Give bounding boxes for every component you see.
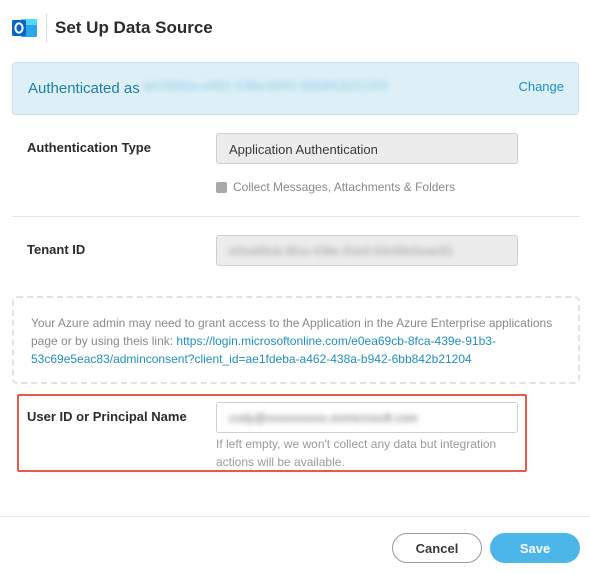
tenant-id-field[interactable]: e0ea69cb-8fca-439e-91b3-53c69e5eac83: [216, 235, 518, 266]
save-button[interactable]: Save: [490, 533, 580, 563]
dialog-title: Set Up Data Source: [55, 18, 213, 37]
admin-consent-info: Your Azure admin may need to grant acces…: [12, 296, 580, 384]
user-id-label: User ID or Principal Name: [27, 409, 187, 424]
dialog-header: Set Up Data Source: [0, 0, 590, 56]
user-id-input[interactable]: cody@xxxxxxxxxx.onmicrosoft.com: [216, 402, 518, 433]
section-divider: [12, 216, 580, 217]
user-id-helper: If left empty, we won't collect any data…: [216, 437, 497, 469]
footer-divider: [0, 516, 590, 517]
header-divider: [46, 14, 47, 42]
change-link[interactable]: Change: [518, 79, 564, 94]
cancel-button[interactable]: Cancel: [392, 533, 482, 563]
collect-messages-label: Collect Messages, Attachments & Folders: [233, 180, 456, 194]
tenant-id-value: e0ea69cb-8fca-439e-91b3-53c69e5eac83: [229, 244, 453, 258]
auth-type-select[interactable]: Application Authentication: [216, 133, 518, 164]
auth-type-label: Authentication Type: [27, 140, 151, 155]
tenant-id-label: Tenant ID: [27, 242, 86, 257]
outlook-icon: [12, 19, 37, 37]
auth-banner: Authenticated as ae1fdeba-a462-438a-b942…: [12, 62, 579, 115]
collect-messages-checkbox[interactable]: [216, 182, 227, 193]
user-id-value: cody@xxxxxxxxxx.onmicrosoft.com: [229, 411, 418, 425]
auth-label: Authenticated as: [28, 80, 140, 97]
auth-account-id: ae1fdeba-a462-438a-b942-6bb842b21204: [143, 78, 389, 93]
